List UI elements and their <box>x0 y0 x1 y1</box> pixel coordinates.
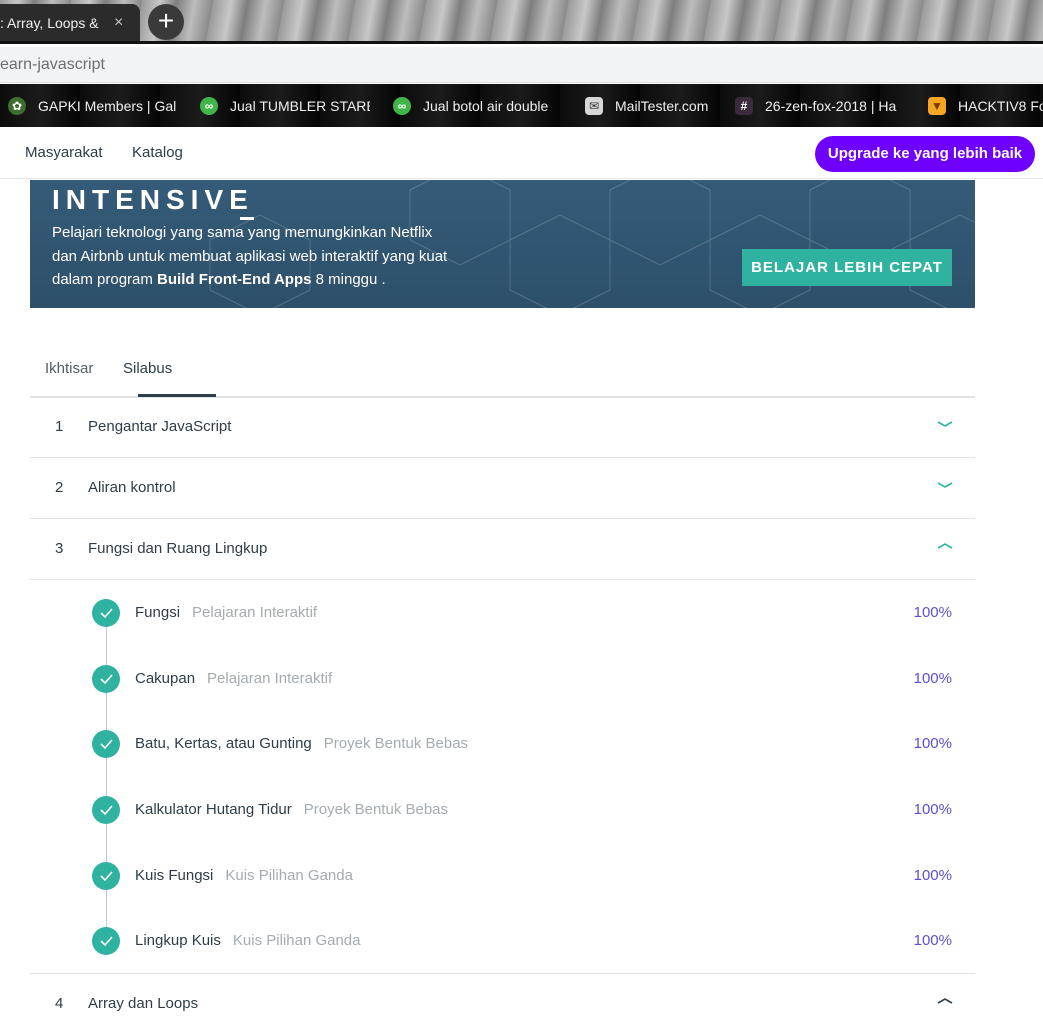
lesson-title: Pengantar JavaScript <box>88 418 232 435</box>
concept-progress: 100% <box>913 735 952 752</box>
tokopedia-icon: ∞ <box>200 97 218 115</box>
browser-tab[interactable]: : Array, Loops & × <box>0 4 140 41</box>
new-tab-button[interactable]: + <box>148 4 184 40</box>
lesson-row[interactable]: 4 Array dan Loops <box>30 975 975 1036</box>
lesson-row[interactable]: 1 Pengantar JavaScript <box>30 397 975 458</box>
check-circle-icon <box>92 599 120 627</box>
learn-faster-button[interactable]: BELAJAR LEBIH CEPAT <box>742 249 952 286</box>
chevron-up-icon[interactable] <box>933 537 957 555</box>
upgrade-button[interactable]: Upgrade ke yang lebih baik <box>815 136 1035 172</box>
tab-title: : Array, Loops & <box>0 14 99 31</box>
banner-text-part: 8 minggu . <box>311 271 386 288</box>
concept-name: Batu, Kertas, atau Gunting <box>135 735 312 752</box>
bookmark-item[interactable]: ∞ Jual botol air double <box>393 95 563 117</box>
banner-text-bold: Build Front-End Apps <box>157 271 312 288</box>
tab-syllabus[interactable]: Silabus <box>123 360 172 377</box>
concept-progress: 100% <box>913 867 952 884</box>
tab-overview[interactable]: Ikhtisar <box>45 360 93 377</box>
nav-catalog-link[interactable]: Katalog <box>132 144 183 161</box>
concept-item[interactable]: Batu, Kertas, atau Gunting Proyek Bentuk … <box>30 729 975 759</box>
lesson-number: 2 <box>55 479 64 496</box>
bookmark-label: HACKTIV8 Fo <box>958 98 1043 114</box>
concept-title: Cakupan Pelajaran Interaktif <box>135 670 332 687</box>
check-circle-icon <box>92 730 120 758</box>
bookmarks-bar: ✿ GAPKI Members | Gal ∞ Jual TUMBLER STA… <box>0 84 1043 127</box>
concept-type: Proyek Bentuk Bebas <box>323 735 469 752</box>
concept-item[interactable]: Kuis Fungsi Kuis Pilihan Ganda 100% <box>30 861 975 891</box>
concept-item[interactable]: Cakupan Pelajaran Interaktif 100% <box>30 664 975 694</box>
lesson-row[interactable]: 2 Aliran kontrol <box>30 458 975 519</box>
check-circle-icon <box>92 665 120 693</box>
lesson-title: Fungsi dan Ruang Lingkup <box>88 540 268 557</box>
concept-item[interactable]: Fungsi Pelajaran Interaktif 100% <box>30 598 975 628</box>
concept-type: Kuis Pilihan Ganda <box>225 867 353 884</box>
tab-close-icon[interactable]: × <box>114 14 123 32</box>
concept-title: Kuis Fungsi Kuis Pilihan Ganda <box>135 867 353 884</box>
intensive-banner: INTENSIVE Pelajari teknologi yang sama y… <box>30 180 975 308</box>
bookmark-label: Jual TUMBLER STARB <box>230 98 370 114</box>
concept-title: Lingkup Kuis Kuis Pilihan Ganda <box>135 932 361 949</box>
lesson-title: Aliran kontrol <box>88 479 176 496</box>
concept-progress: 100% <box>913 670 952 687</box>
bookmark-label: GAPKI Members | Gal <box>38 98 177 114</box>
concept-name: Kalkulator Hutang Tidur <box>135 801 292 818</box>
concept-title: Batu, Kertas, atau Gunting Proyek Bentuk … <box>135 735 468 752</box>
lesson-concepts-list: Fungsi Pelajaran Interaktif 100% Cakupan P… <box>30 580 975 974</box>
bookmark-item[interactable]: ∞ Jual TUMBLER STARB <box>200 95 370 117</box>
bookmark-item[interactable]: ▼ HACKTIV8 Fo <box>928 95 1043 117</box>
concept-name: Fungsi <box>135 604 181 621</box>
check-circle-icon <box>92 862 120 890</box>
hacktiv8-fox-icon: ▼ <box>928 97 946 115</box>
concept-type: Pelajaran Interaktif <box>207 670 333 687</box>
bookmark-item[interactable]: ✿ GAPKI Members | Gal <box>8 95 190 117</box>
chevron-up-icon[interactable] <box>933 992 957 1010</box>
concept-progress: 100% <box>913 932 952 949</box>
concept-progress: 100% <box>913 801 952 818</box>
mailtester-icon: ✉ <box>585 97 603 115</box>
concept-name: Lingkup Kuis <box>135 932 221 949</box>
gapki-icon: ✿ <box>8 97 26 115</box>
concept-type: Pelajaran Interaktif <box>192 604 318 621</box>
bookmark-item[interactable]: # 26-zen-fox-2018 | Ha <box>735 95 907 117</box>
bookmark-label: MailTester.com <box>615 98 709 114</box>
banner-title-text: INTENSIVE <box>52 184 254 215</box>
concept-type: Kuis Pilihan Ganda <box>232 932 361 949</box>
chevron-down-icon[interactable] <box>933 415 957 433</box>
concept-title: Kalkulator Hutang Tidur Proyek Bentuk Beb… <box>135 801 448 818</box>
lesson-number: 1 <box>55 418 64 435</box>
address-bar[interactable]: earn-javascript <box>0 47 1043 83</box>
timeline-line <box>106 613 107 941</box>
tokopedia-icon: ∞ <box>393 97 411 115</box>
concept-title: Fungsi Pelajaran Interaktif <box>135 604 317 621</box>
banner-title-underline <box>239 217 254 220</box>
concept-name: Kuis Fungsi <box>135 867 214 884</box>
lesson-title: Array dan Loops <box>88 995 199 1012</box>
banner-description: Pelajari teknologi yang sama yang memung… <box>52 221 452 292</box>
lesson-number: 3 <box>55 540 64 557</box>
slack-hash-icon: # <box>735 97 753 115</box>
concept-type: Proyek Bentuk Bebas <box>303 801 449 818</box>
concept-item[interactable]: Kalkulator Hutang Tidur Proyek Bentuk Beb… <box>30 795 975 825</box>
concept-progress: 100% <box>913 604 952 621</box>
site-header: Masyarakat Katalog Upgrade ke yang lebih… <box>0 127 1043 179</box>
bookmark-label: Jual botol air double <box>423 98 549 114</box>
course-tabs: Ikhtisar Silabus <box>30 342 975 398</box>
nav-community-link[interactable]: Masyarakat <box>25 144 103 161</box>
chevron-down-icon[interactable] <box>933 476 957 494</box>
address-bar-url: earn-javascript <box>0 56 105 73</box>
lesson-number: 4 <box>55 995 64 1012</box>
bookmark-item[interactable]: ✉ MailTester.com <box>585 95 725 117</box>
browser-tab-strip: : Array, Loops & × + <box>0 0 1043 44</box>
banner-title: INTENSIVE <box>52 184 254 220</box>
concept-item[interactable]: Lingkup Kuis Kuis Pilihan Ganda 100% <box>30 926 975 956</box>
concept-name: Cakupan <box>135 670 196 687</box>
lesson-row[interactable]: 3 Fungsi dan Ruang Lingkup <box>30 519 975 580</box>
check-circle-icon <box>92 927 120 955</box>
check-circle-icon <box>92 796 120 824</box>
bookmark-label: 26-zen-fox-2018 | Ha <box>765 98 897 114</box>
